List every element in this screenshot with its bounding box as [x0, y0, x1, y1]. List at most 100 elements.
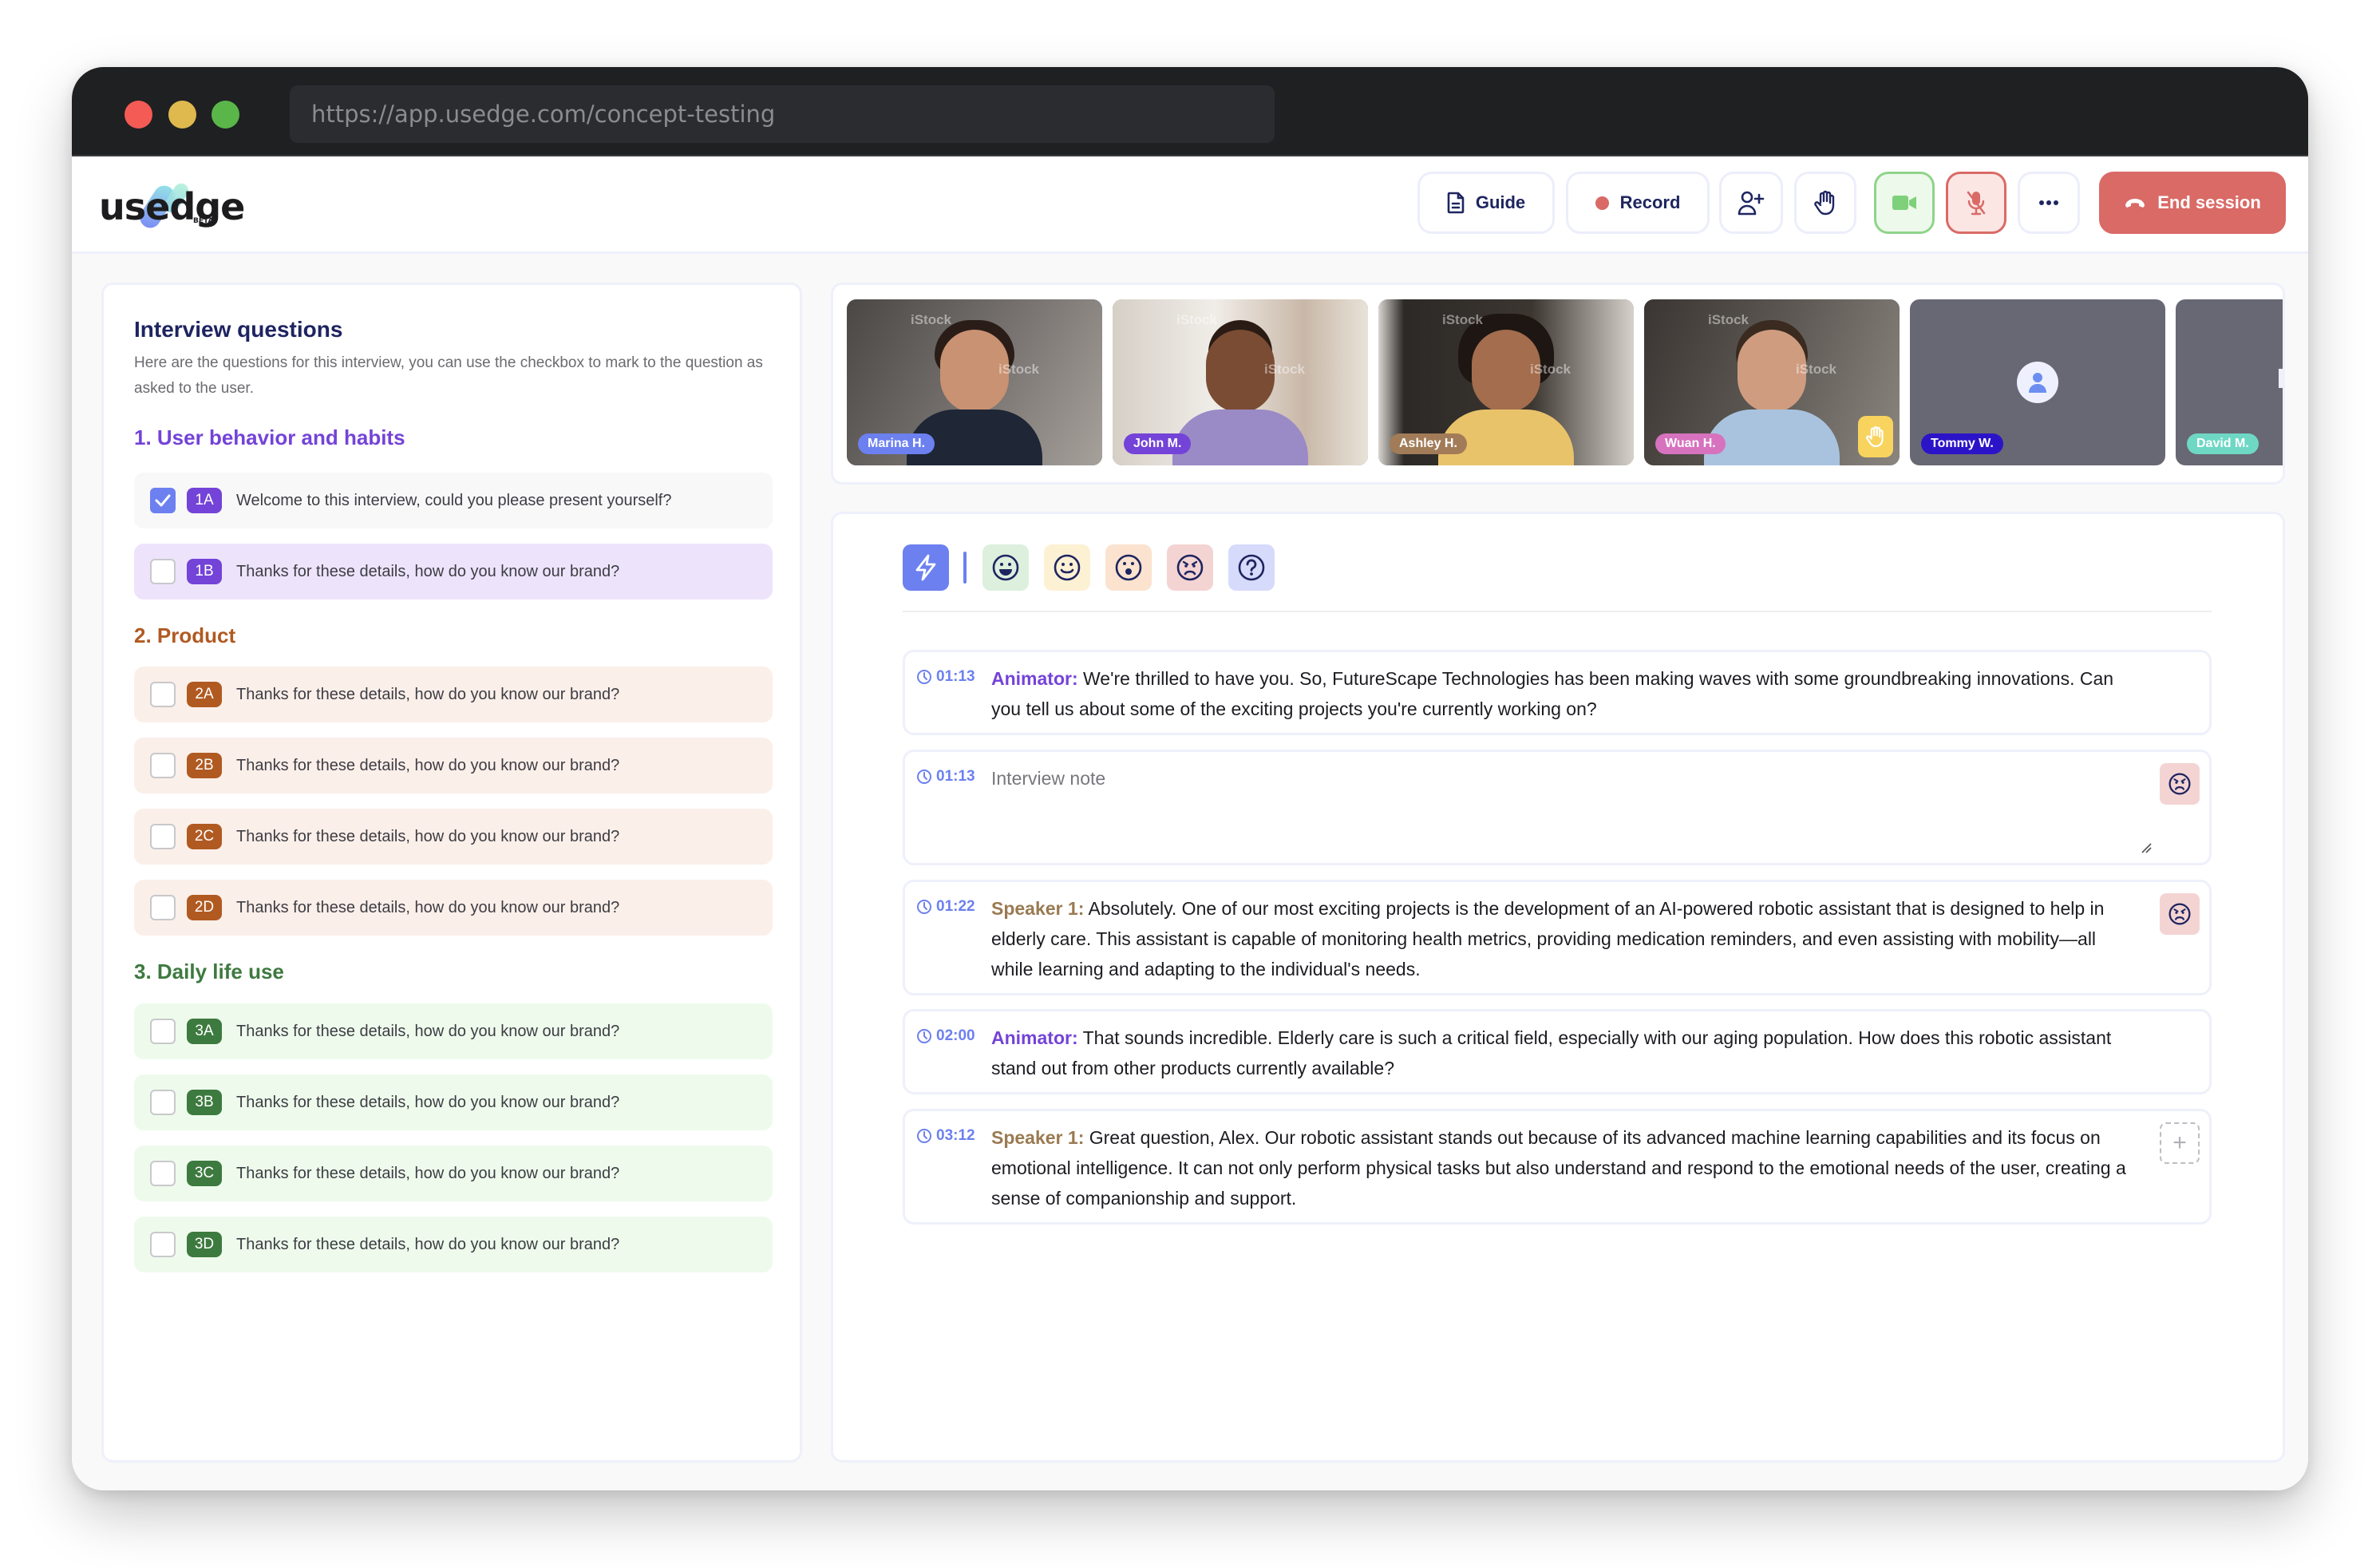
- reaction-angry-button[interactable]: [1167, 544, 1213, 591]
- end-session-button[interactable]: End session: [2099, 172, 2286, 234]
- note-reaction-button[interactable]: [2160, 893, 2200, 935]
- checkmark-icon: [155, 494, 171, 507]
- transcript-entry[interactable]: 02:00 Animator: That sounds incredible. …: [903, 1009, 2212, 1094]
- user-avatar-icon: [2029, 373, 2046, 393]
- question-item-3a[interactable]: 3A Thanks for these details, how do you …: [134, 1003, 773, 1059]
- participant-name-tag: Tommy W.: [1921, 433, 2003, 454]
- watermark: iStock: [998, 362, 1040, 377]
- watermark: iStock: [911, 312, 952, 327]
- raise-hand-button[interactable]: [1794, 172, 1856, 234]
- guide-button[interactable]: Guide: [1417, 172, 1555, 234]
- question-checkbox[interactable]: [150, 753, 176, 778]
- question-checkbox[interactable]: [150, 1090, 176, 1115]
- question-text: Thanks for these details, how do you kno…: [236, 1093, 620, 1111]
- participants-video-panel: iStock iStock Marina H. iStock iStock Jo…: [831, 283, 2285, 485]
- question-code-badge: 1A: [187, 488, 222, 513]
- watermark: iStock: [1264, 362, 1306, 377]
- question-checkbox[interactable]: [150, 1161, 176, 1186]
- question-text: Thanks for these details, how do you kno…: [236, 756, 620, 774]
- timestamp-text: 01:13: [936, 768, 975, 785]
- question-item-1b[interactable]: 1B Thanks for these details, how do you …: [134, 544, 773, 599]
- clock-icon: [917, 770, 931, 784]
- more-horizontal-icon: [2038, 200, 2059, 206]
- speaker-label: Animator:: [991, 1027, 1078, 1048]
- participant-tile[interactable]: iStock iStock Wuan H.: [1644, 299, 1900, 465]
- browser-window: https://app.usedge.com/concept-testing u…: [72, 67, 2308, 1490]
- camera-toggle-button[interactable]: [1874, 172, 1935, 234]
- question-checkbox[interactable]: [150, 559, 176, 584]
- utterance: Absolutely. One of our most exciting pro…: [991, 898, 2105, 979]
- question-item-2d[interactable]: 2D Thanks for these details, how do you …: [134, 880, 773, 936]
- guide-label: Guide: [1475, 192, 1526, 212]
- question-text: Thanks for these details, how do you kno…: [236, 562, 620, 580]
- beta-badge: BETA: [193, 217, 214, 225]
- hand-icon: [1814, 190, 1836, 216]
- more-options-button[interactable]: [2018, 172, 2080, 234]
- reaction-smile-button[interactable]: [1044, 544, 1090, 591]
- angry-face-icon: [2168, 903, 2191, 925]
- lightning-icon: [915, 554, 936, 581]
- interview-note-entry[interactable]: 01:13 Interview note: [903, 750, 2212, 865]
- participant-tile[interactable]: iStock iStock John M.: [1113, 299, 1368, 465]
- transcript-entry[interactable]: 03:12 Speaker 1: Great question, Alex. O…: [903, 1109, 2212, 1225]
- close-window-button[interactable]: [125, 101, 152, 129]
- question-checkbox[interactable]: [150, 824, 176, 849]
- resize-grip-icon[interactable]: [2141, 842, 2152, 853]
- add-participant-button[interactable]: [1719, 172, 1783, 234]
- participant-name-tag: Wuan H.: [1655, 433, 1726, 454]
- video-strip-scrollbar[interactable]: [2279, 369, 2283, 388]
- question-text: Welcome to this interview, could you ple…: [236, 491, 672, 509]
- question-checkbox[interactable]: [150, 1232, 176, 1257]
- utterance: That sounds incredible. Elderly care is …: [991, 1027, 2112, 1078]
- participant-name-tag: Marina H.: [858, 433, 935, 454]
- note-reaction-button[interactable]: [2160, 763, 2200, 805]
- participant-tile[interactable]: iStock iStock Ashley H.: [1378, 299, 1634, 465]
- question-code-badge: 1B: [187, 559, 222, 584]
- maximize-window-button[interactable]: [212, 101, 239, 129]
- question-code-badge: 2B: [187, 753, 222, 778]
- question-checkbox[interactable]: [150, 682, 176, 707]
- question-item-3b[interactable]: 3B Thanks for these details, how do you …: [134, 1074, 773, 1130]
- question-checkbox[interactable]: [150, 1019, 176, 1044]
- speaker-label: Animator:: [991, 668, 1078, 689]
- participant-tile[interactable]: Tommy W.: [1910, 299, 2165, 465]
- document-icon: [1447, 192, 1465, 214]
- toolbar-separator: [963, 552, 967, 584]
- question-text: Thanks for these details, how do you kno…: [236, 685, 620, 703]
- reaction-laughing-button[interactable]: [982, 544, 1029, 591]
- interview-notes-panel: 01:13 Animator: We're thrilled to have y…: [831, 512, 2285, 1462]
- question-text: Thanks for these details, how do you kno…: [236, 827, 620, 845]
- video-strip[interactable]: iStock iStock Marina H. iStock iStock Jo…: [847, 299, 2283, 467]
- app-header: usedge BETA Guide Record End session: [72, 156, 2308, 254]
- record-button[interactable]: Record: [1566, 172, 1710, 234]
- question-checkbox[interactable]: [150, 488, 176, 513]
- microphone-toggle-button[interactable]: [1946, 172, 2006, 234]
- transcript-entry[interactable]: 01:22 Speaker 1: Absolutely. One of our …: [903, 880, 2212, 995]
- minimize-window-button[interactable]: [168, 101, 196, 129]
- participant-tile[interactable]: David M.: [2176, 299, 2283, 465]
- question-item-3d[interactable]: 3D Thanks for these details, how do you …: [134, 1217, 773, 1272]
- interview-note-input[interactable]: Interview note: [991, 763, 1105, 793]
- url-bar[interactable]: https://app.usedge.com/concept-testing: [290, 85, 1275, 143]
- add-reaction-button[interactable]: +: [2160, 1122, 2200, 1164]
- question-item-1a[interactable]: 1A Welcome to this interview, could you …: [134, 473, 773, 528]
- plus-icon: +: [2172, 1130, 2187, 1156]
- usedge-logo[interactable]: usedge BETA: [99, 180, 245, 232]
- question-item-2c[interactable]: 2C Thanks for these details, how do you …: [134, 809, 773, 865]
- question-code-badge: 2D: [187, 895, 222, 920]
- participant-tile[interactable]: iStock iStock Marina H.: [847, 299, 1102, 465]
- participant-name-tag: David M.: [2187, 433, 2259, 454]
- transcript-entry[interactable]: 01:13 Animator: We're thrilled to have y…: [903, 650, 2212, 735]
- question-item-2a[interactable]: 2A Thanks for these details, how do you …: [134, 667, 773, 722]
- question-item-3c[interactable]: 3C Thanks for these details, how do you …: [134, 1146, 773, 1201]
- quick-note-button[interactable]: [903, 544, 949, 591]
- utterance: Great question, Alex. Our robotic assist…: [991, 1127, 2126, 1209]
- section-title-text: 3. Daily life use: [134, 960, 284, 983]
- laughing-face-icon: [992, 554, 1019, 581]
- angry-face-icon: [1176, 554, 1204, 581]
- question-checkbox[interactable]: [150, 895, 176, 920]
- avatar: [2017, 362, 2058, 403]
- reaction-surprised-button[interactable]: [1105, 544, 1152, 591]
- reaction-question-button[interactable]: [1228, 544, 1275, 591]
- question-item-2b[interactable]: 2B Thanks for these details, how do you …: [134, 738, 773, 793]
